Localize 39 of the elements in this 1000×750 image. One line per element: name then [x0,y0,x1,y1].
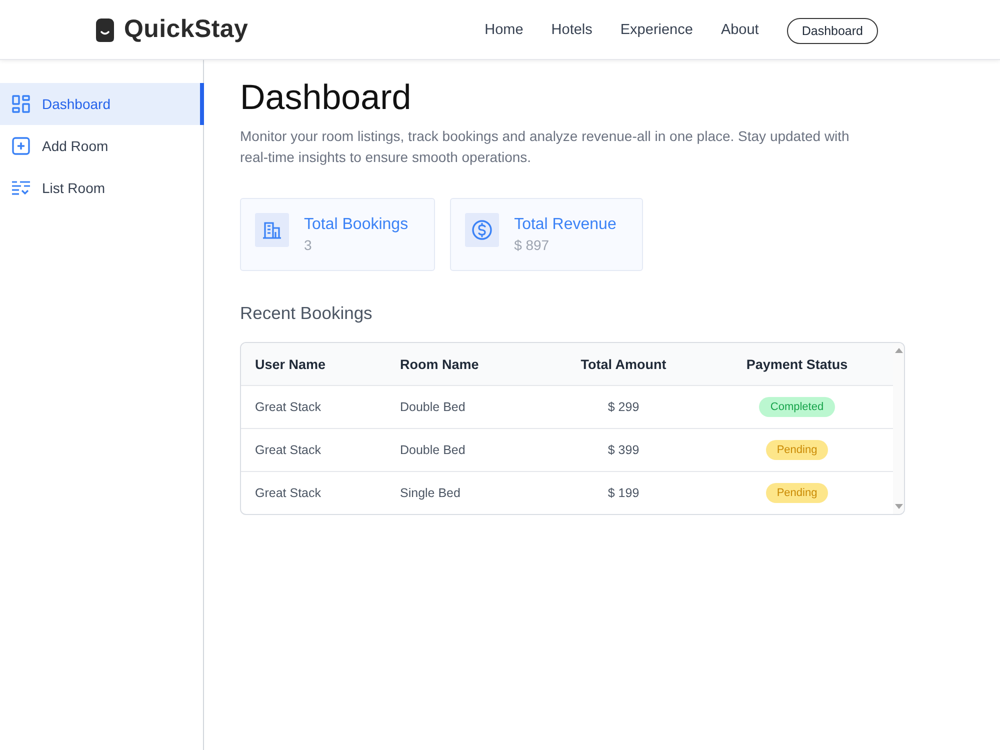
scroll-up-icon[interactable] [895,348,903,353]
column-header: User Name [241,343,386,386]
sidebar-item[interactable]: Dashboard [0,83,204,125]
table-cell: Great Stack [241,472,386,514]
card-value: 3 [304,237,312,253]
scroll-down-icon[interactable] [895,504,903,509]
add-square-icon [12,137,30,155]
sidebar-item[interactable]: List Room [0,167,203,209]
table-cell: Single Bed [386,472,546,514]
section-title: Recent Bookings [240,303,374,324]
column-header: Room Name [386,343,546,386]
nav-link[interactable]: About [720,22,759,38]
table-cell: Great Stack [241,428,386,472]
column-header: Payment Status [701,343,893,386]
building-icon [255,213,289,247]
status-badge: Pending [766,483,828,503]
page-description: Monitor your room listings, track bookings and analyze revenue-all in one place. Stay updated with real-time insights to ensure smooth operations. [240,127,850,167]
status-badge: Pending [766,440,828,460]
nav-link[interactable]: Experience [620,22,693,38]
table-cell: $ 399 [546,428,701,472]
sidebar-item[interactable]: Add Room [0,125,203,167]
table-cell: $ 199 [546,472,701,514]
card-value: $ 897 [514,237,550,253]
table-cell: Double Bed [386,386,546,428]
card-title: Total Bookings [304,216,408,234]
status-badge: Completed [759,397,835,417]
list-icon [12,179,30,197]
card-title: Total Revenue [514,216,616,234]
table-cell: Double Bed [386,428,546,472]
dashboard-grid-icon [12,95,30,113]
nav-link[interactable]: Home [484,22,524,38]
table-cell: Great Stack [241,386,386,428]
dashboard-button[interactable]: Dashboard [786,18,878,44]
column-header: Total Amount [546,343,701,386]
logo-icon [93,16,117,42]
logo-text[interactable]: QuickStay [124,15,248,44]
page-title: Dashboard [240,78,412,118]
nav-link[interactable]: Hotels [551,22,592,38]
table-cell: $ 299 [546,386,701,428]
